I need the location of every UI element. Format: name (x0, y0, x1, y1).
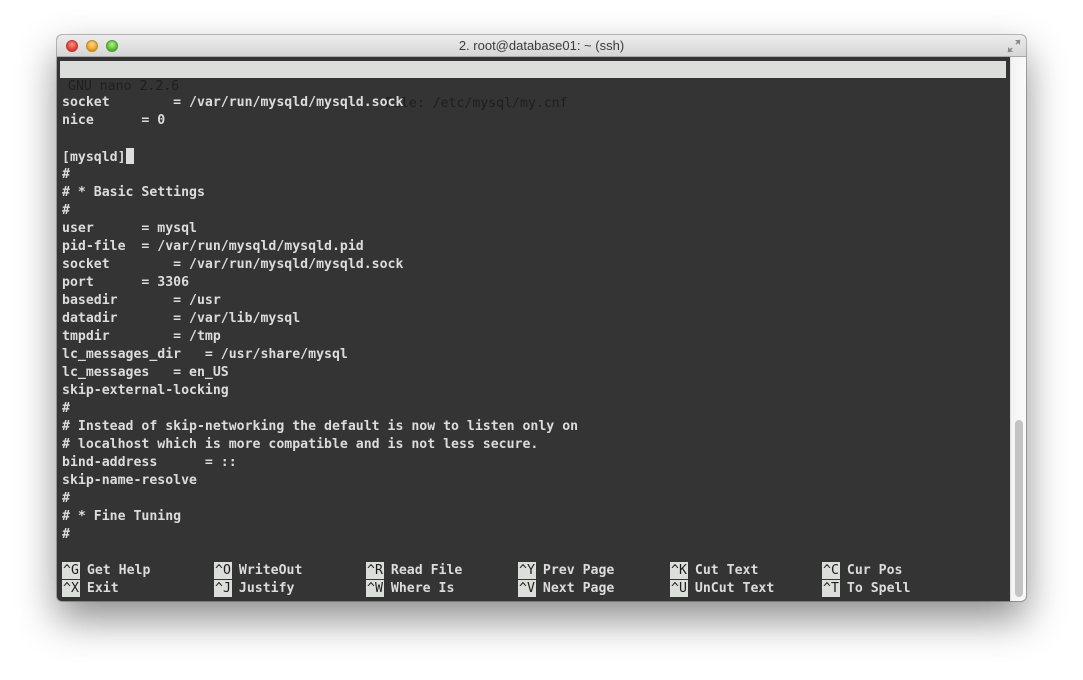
shortcut-label: WriteOut (238, 563, 303, 578)
scrollbar-thumb[interactable] (1015, 420, 1023, 597)
shortcut-key: ^K (670, 562, 688, 579)
shortcut-key: ^G (62, 562, 80, 579)
editor-line[interactable]: skip-external-locking (62, 382, 229, 400)
editor-line[interactable]: socket = /var/run/mysqld/mysqld.sock (62, 94, 403, 112)
shortcut-cur-pos[interactable]: ^C Cur Pos (822, 562, 902, 580)
shortcut-uncut-text[interactable]: ^U UnCut Text (670, 580, 774, 598)
editor-line[interactable]: # (62, 400, 70, 418)
vertical-scrollbar[interactable] (1010, 57, 1026, 601)
editor-line-text: basedir = /usr (62, 293, 221, 308)
shortcut-prev-page[interactable]: ^Y Prev Page (518, 562, 614, 580)
editor-line[interactable]: basedir = /usr (62, 292, 221, 310)
nano-file-name: File: /etc/mysql/my.cnf (385, 96, 568, 111)
editor-line-text: socket = /var/run/mysqld/mysqld.sock (62, 95, 404, 110)
editor-line-text: socket = /var/run/mysqld/mysqld.sock (62, 257, 404, 272)
shortcut-exit[interactable]: ^X Exit (62, 580, 119, 598)
editor-line-text: # (62, 167, 70, 182)
editor-line[interactable]: socket = /var/run/mysqld/mysqld.sock (62, 256, 403, 274)
shortcut-justify[interactable]: ^J Justify (214, 580, 294, 598)
shortcut-label: Cut Text (694, 563, 759, 578)
text-cursor (125, 148, 134, 164)
editor-line-text: pid-file = /var/run/mysqld/mysqld.pid (62, 239, 364, 254)
editor-line[interactable]: lc_messages = en_US (62, 364, 229, 382)
shortcut-label: Justify (238, 581, 295, 596)
editor-line-text: # * Basic Settings (62, 185, 205, 200)
editor-line-text: nice = 0 (62, 113, 166, 128)
editor-line-text: # localhost which is more compatible and… (62, 437, 539, 452)
editor-line-text: skip-external-locking (62, 383, 229, 398)
shortcut-key: ^V (518, 580, 536, 597)
nano-version: GNU nano 2.2.6 (68, 79, 180, 94)
fullscreen-icon[interactable] (1007, 39, 1021, 53)
editor-line-text: datadir = /var/lib/mysql (62, 311, 301, 326)
editor-line-text: # (62, 401, 70, 416)
editor-line-text: # (62, 491, 70, 506)
editor-line[interactable]: tmpdir = /tmp (62, 328, 221, 346)
shortcut-label: Prev Page (542, 563, 615, 578)
editor-line-text: port = 3306 (62, 275, 190, 290)
nano-header-bar: GNU nano 2.2.6 File: /etc/mysql/my.cnf (60, 61, 1006, 111)
shortcut-cut-text[interactable]: ^K Cut Text (670, 562, 758, 580)
editor-line[interactable]: nice = 0 (62, 112, 165, 130)
editor-line-text: skip-name-resolve (62, 473, 197, 488)
editor-line-text: bind-address = :: (62, 455, 237, 470)
editor-line-text: # Instead of skip-networking the default… (62, 419, 579, 434)
editor-line[interactable]: [mysqld] (62, 148, 134, 166)
editor-line[interactable]: lc_messages_dir = /usr/share/mysql (62, 346, 348, 364)
editor-line[interactable]: # (62, 526, 70, 544)
shortcut-label: Cur Pos (846, 563, 903, 578)
shortcut-label: Where Is (390, 581, 455, 596)
window-title: 2. root@database01: ~ (ssh) (458, 38, 625, 53)
editor-line[interactable]: # (62, 490, 70, 508)
editor-line[interactable]: # Instead of skip-networking the default… (62, 418, 578, 436)
terminal-content[interactable]: GNU nano 2.2.6 File: /etc/mysql/my.cnf s… (57, 57, 1010, 601)
editor-line-text: [mysqld] (62, 150, 126, 165)
shortcut-key: ^O (214, 562, 232, 579)
editor-line-text: # (62, 527, 70, 542)
shortcut-key: ^J (214, 580, 232, 597)
terminal-window: 2. root@database01: ~ (ssh) GNU nano 2.2… (57, 35, 1026, 601)
shortcut-key: ^T (822, 580, 840, 597)
editor-line-text: # (62, 203, 70, 218)
editor-line-text: tmpdir = /tmp (62, 329, 221, 344)
shortcut-writeout[interactable]: ^O WriteOut (214, 562, 302, 580)
shortcut-key: ^W (366, 580, 384, 597)
editor-line[interactable]: # (62, 166, 70, 184)
shortcut-key: ^X (62, 580, 80, 597)
editor-line[interactable]: datadir = /var/lib/mysql (62, 310, 300, 328)
shortcut-label: Get Help (86, 563, 151, 578)
shortcut-where-is[interactable]: ^W Where Is (366, 580, 454, 598)
shortcut-label: Read File (390, 563, 463, 578)
shortcut-label: UnCut Text (694, 581, 775, 596)
shortcut-read-file[interactable]: ^R Read File (366, 562, 462, 580)
shortcut-label: Next Page (542, 581, 615, 596)
editor-line[interactable]: # * Basic Settings (62, 184, 205, 202)
editor-line-text: lc_messages_dir = /usr/share/mysql (62, 347, 348, 362)
editor-line-text: user = mysql (62, 221, 197, 236)
shortcut-label: To Spell (846, 581, 911, 596)
editor-line[interactable]: pid-file = /var/run/mysqld/mysqld.pid (62, 238, 364, 256)
editor-line-text: lc_messages = en_US (62, 365, 229, 380)
shortcut-key: ^C (822, 562, 840, 579)
editor-line[interactable]: bind-address = :: (62, 454, 237, 472)
shortcut-key: ^U (670, 580, 688, 597)
editor-line[interactable]: user = mysql (62, 220, 197, 238)
editor-line-text: # * Fine Tuning (62, 509, 182, 524)
shortcut-label: Exit (86, 581, 119, 596)
shortcut-next-page[interactable]: ^V Next Page (518, 580, 614, 598)
shortcut-key: ^R (366, 562, 384, 579)
editor-line[interactable]: skip-name-resolve (62, 472, 197, 490)
shortcut-get-help[interactable]: ^G Get Help (62, 562, 150, 580)
title-bar[interactable]: 2. root@database01: ~ (ssh) (57, 35, 1026, 57)
shortcut-key: ^Y (518, 562, 536, 579)
editor-line[interactable]: port = 3306 (62, 274, 189, 292)
editor-line[interactable]: # localhost which is more compatible and… (62, 436, 538, 454)
editor-line[interactable]: # * Fine Tuning (62, 508, 181, 526)
editor-line[interactable]: # (62, 202, 70, 220)
shortcut-to-spell[interactable]: ^T To Spell (822, 580, 910, 598)
